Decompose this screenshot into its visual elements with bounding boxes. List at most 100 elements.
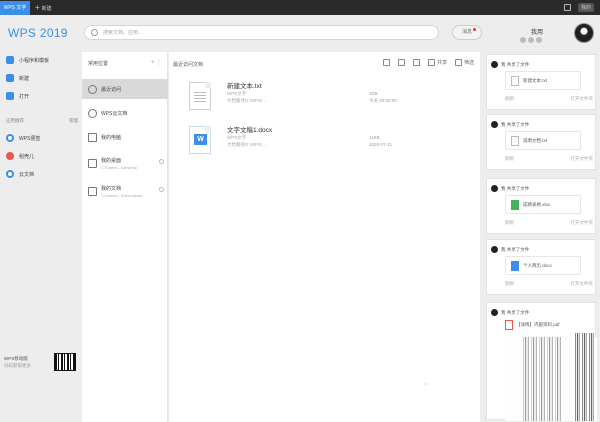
location-header: 常用位置 + ⋮ [88, 60, 164, 67]
nav-item-cloud[interactable]: WPS云文档 [82, 103, 168, 123]
avatar [491, 185, 498, 192]
nav-item-documents[interactable]: 我的文档 C:\Users\...\Documents [82, 181, 168, 201]
nav-item-label: 最近访问 [101, 86, 122, 93]
messages-button[interactable]: 消息 [452, 25, 482, 40]
documents-icon [88, 186, 97, 196]
badge-icon[interactable] [536, 37, 542, 43]
sidebar-item-templates[interactable]: 小程序和模板 [6, 54, 49, 66]
card-file[interactable]: 个人简历.docx [505, 256, 581, 275]
sidebar: 小程序和模板 新建 打开 应用推荐 管理 WPS便签 稻壳儿 云文档 WPS移动… [0, 50, 82, 422]
more-icon[interactable]: + ⋮ [151, 59, 162, 66]
sidebar-item-new[interactable]: 新建 [6, 72, 29, 84]
computer-icon [88, 132, 97, 142]
card-file[interactable]: 说明文档.txt [505, 131, 581, 150]
activity-card[interactable]: 我 共享了文件 新建文本.txt 刚刚 打开文件夹 [486, 54, 596, 110]
refresh-icon[interactable] [397, 59, 405, 66]
pin-icon[interactable] [159, 159, 164, 164]
search-icon [91, 29, 98, 36]
nav-item-path: C:\Users\...\Desktop [101, 164, 137, 170]
search-input[interactable]: 搜索文档、应用… [84, 25, 439, 40]
messages-label: 消息 [461, 29, 472, 35]
file-row[interactable]: 新建文本.txt WPS文字 文档路径D:\WPS\... 1KB 今天 20:… [189, 80, 469, 116]
activity-card[interactable]: 我 共享了文件 个人简历.docx 刚刚 打开文件夹 [486, 239, 596, 295]
docer-icon [6, 152, 14, 160]
card-file[interactable]: 成绩表格.xlsx [505, 195, 581, 214]
panel-title: 最近访问文档 [173, 62, 204, 68]
trash-icon[interactable] [382, 59, 390, 66]
filter-button[interactable]: 筛选 [454, 59, 474, 66]
avatar [491, 121, 498, 128]
notification-dot [473, 28, 476, 31]
nav-item-computer[interactable]: 我的电脑 [82, 127, 168, 147]
sidebar-app-cloud[interactable]: 云文档 [6, 168, 34, 180]
card-header: 我 共享了文件 [491, 246, 529, 253]
card-user: 我 共享了文件 [501, 61, 530, 67]
card-user: 我 共享了文件 [501, 309, 530, 315]
card-user: 我 共享了文件 [501, 185, 530, 191]
tab-wps-writer[interactable]: WPS 文字 [0, 1, 30, 15]
file-toolbar: 共享 筛选 [382, 59, 474, 66]
card-file-name: 说明文档.txt [523, 137, 548, 143]
file-path: 文档路径D:\WPS\... [227, 98, 267, 103]
card-header: 我 共享了文件 [491, 61, 529, 68]
card-header: 我 共享了文件 [491, 185, 529, 192]
card-time: 刚刚 [505, 220, 514, 225]
nav-item-desktop[interactable]: 我的桌面 C:\Users\...\Desktop [82, 153, 168, 173]
sidebar-app-docer[interactable]: 稻壳儿 [6, 150, 34, 162]
pin-icon[interactable] [159, 187, 164, 192]
card-header: 我 共享了文件 [491, 309, 529, 316]
sidebar-app-notes[interactable]: WPS便签 [6, 132, 40, 144]
file-type: WPS文字 [227, 91, 247, 96]
card-user: 我 共享了文件 [501, 246, 530, 252]
username[interactable]: 我用 [531, 27, 543, 36]
share-label: 共享 [436, 60, 447, 66]
card-file[interactable]: 【详情】内部资料.pdf [505, 319, 587, 331]
open-folder-link[interactable]: 打开文件夹 [571, 220, 594, 226]
plus-icon: + [35, 3, 40, 12]
app-label: 云文档 [19, 171, 35, 178]
location-panel: 常用位置 + ⋮ 最近访问 WPS云文档 我的电脑 我的桌面 C:\Users\… [82, 52, 168, 422]
file-name[interactable]: 文字文稿1.docx [227, 124, 272, 134]
open-folder-link[interactable]: 打开文件夹 [571, 281, 594, 287]
clock-icon [88, 84, 97, 94]
window-controls: 我的 [563, 0, 594, 15]
window-icon[interactable] [563, 4, 571, 11]
card-header: 我 共享了文件 [491, 121, 529, 128]
card-file[interactable]: 新建文本.txt [505, 71, 581, 90]
activity-card[interactable]: 我 共享了文件 成绩表格.xlsx 刚刚 打开文件夹 [486, 178, 596, 234]
avatar[interactable] [574, 23, 594, 43]
file-size: 11KB [369, 135, 380, 140]
user-menu[interactable]: 我的 [577, 3, 594, 12]
filter-label: 筛选 [463, 60, 474, 66]
file-path: 文档路径D:\WPS\... [227, 142, 267, 147]
view-icon[interactable] [412, 59, 420, 66]
badge-icon[interactable] [528, 37, 534, 43]
share-icon [427, 59, 435, 66]
file-date: 2020-07-21 [369, 142, 393, 147]
sidebar-item-open[interactable]: 打开 [6, 90, 29, 102]
avatar [491, 246, 498, 253]
file-row[interactable]: W 文字文稿1.docx WPS文字 文档路径D:\WPS\... 11KB 2… [189, 124, 469, 160]
manage-link[interactable]: 管理 [69, 118, 78, 124]
badge-icon[interactable] [520, 37, 526, 43]
sidebar-item-label: 小程序和模板 [19, 57, 50, 64]
nav-item-recent[interactable]: 最近访问 [82, 79, 168, 99]
share-button[interactable]: 共享 [427, 59, 447, 66]
location-header-label: 常用位置 [88, 61, 109, 67]
new-tab-button[interactable]: + 新建 [35, 0, 52, 15]
sidebar-item-label: 新建 [19, 75, 30, 82]
activity-card[interactable]: 我 共享了文件 【详情】内部资料.pdf [486, 302, 597, 421]
open-folder-link[interactable]: 打开文件夹 [571, 156, 594, 162]
card-time: 刚刚 [505, 156, 514, 161]
text-file-icon [511, 75, 519, 86]
text-file-icon [511, 135, 519, 146]
open-folder-link[interactable]: 打开文件夹 [571, 96, 594, 102]
promo-subtitle: 扫码获取更多 [4, 363, 31, 368]
title-bar: WPS 文字 + 新建 我的 [0, 0, 600, 15]
card-footer: 刚刚 打开文件夹 [505, 281, 593, 287]
card-time: 刚刚 [505, 281, 514, 286]
activity-card[interactable]: 我 共享了文件 说明文档.txt 刚刚 打开文件夹 [486, 114, 596, 170]
recent-files-panel: 最近访问文档 共享 筛选 新建文本.txt WPS文字 文档路径D:\WPS\.… [169, 52, 480, 422]
file-name[interactable]: 新建文本.txt [227, 80, 262, 90]
file-date: 今天 20:00:00 [369, 98, 397, 103]
